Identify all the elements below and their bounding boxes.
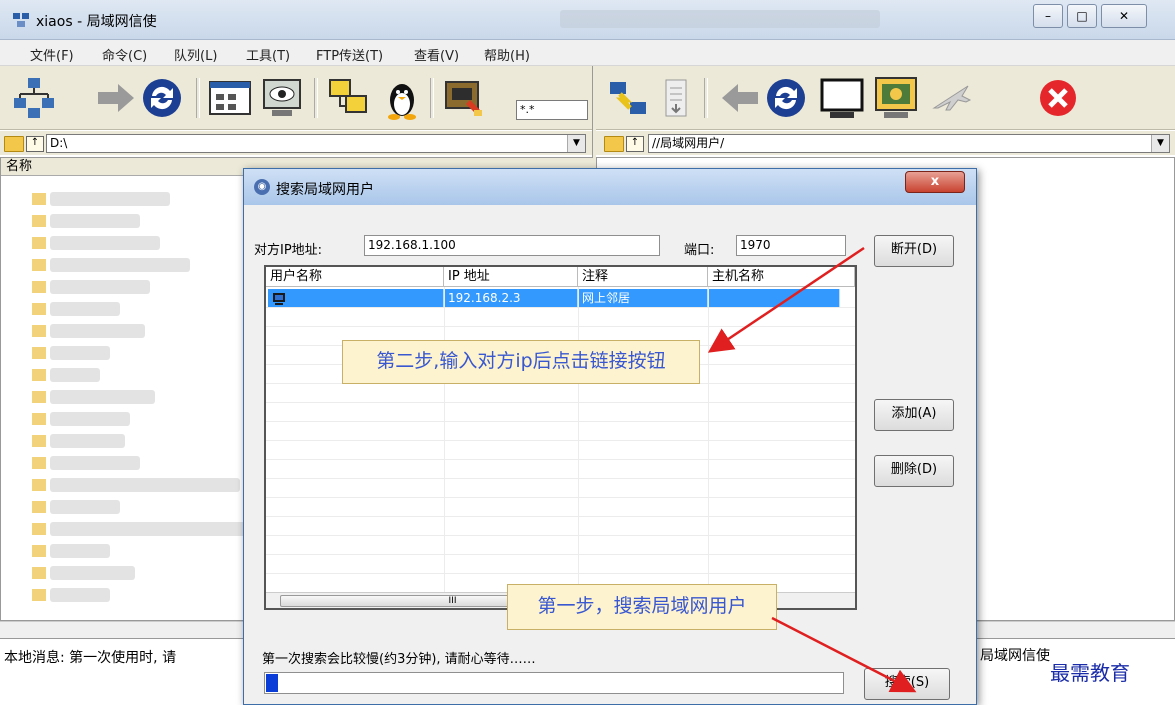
annotation-arrows xyxy=(707,246,917,693)
arrow-step1 xyxy=(771,616,917,693)
arrow-step2 xyxy=(707,246,865,353)
